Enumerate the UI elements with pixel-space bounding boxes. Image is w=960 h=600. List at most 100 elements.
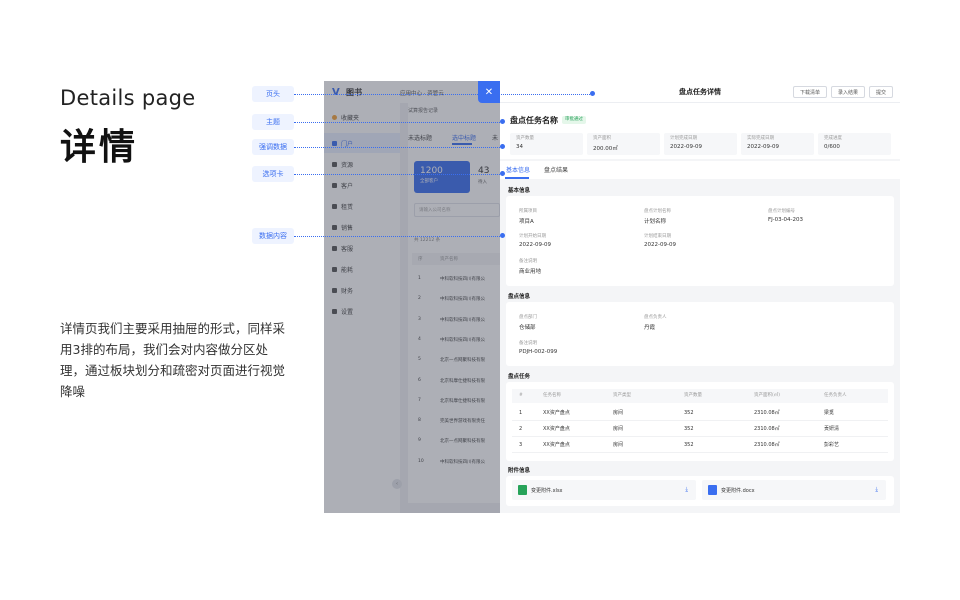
section-title-attachments: 附件信息 [508, 468, 531, 474]
section-title-tasks: 盘点任务 [508, 374, 531, 380]
submit-button[interactable]: 提交 [869, 86, 893, 98]
heading-en: Details page [60, 86, 196, 110]
inventory-info-card: 盘点部门仓储部 盘点负责人 丹霞 备注说明 PDJH-002-099 [506, 302, 894, 366]
table-row[interactable]: 1 XX资产盘点 房间 352 2310.08㎡ 梁觅 [512, 405, 888, 421]
leader-dot-highlight [500, 144, 505, 149]
field-plan-name: 盘点计划名称 计划名称 [644, 208, 671, 225]
table-cell: 梁觅 [824, 410, 835, 416]
app-window: V 图书 收藏夹 门户 资源 客户 租赁 销售 客服 能耗 财务 设置 应用中心 … [324, 81, 900, 513]
leader-dot-subject [500, 119, 505, 124]
basic-info-card: 所属项目项目A 盘点计划名称 计划名称 盘点计划编号 FJ-03-04-203 计划… [506, 196, 894, 286]
stat-value: 2022-09-09 [670, 144, 702, 150]
stat-asset-area: 资产面积 200.00㎡ [587, 133, 660, 155]
field-value: 计划名称 [644, 219, 667, 225]
table-cell: 1 [519, 410, 523, 416]
task-subject: 盘点任务名称 [510, 116, 558, 125]
stat-value: 34 [516, 144, 523, 150]
drawer-tabs: 基本信息 盘点结果 [500, 161, 900, 179]
enter-result-button[interactable]: 录入结果 [831, 86, 865, 98]
close-button[interactable]: ✕ [478, 81, 500, 103]
table-cell: 3 [519, 442, 523, 448]
table-cell: 352 [684, 442, 694, 448]
field-value: 仓储部 [519, 325, 536, 331]
status-badge: 审批通过 [562, 116, 586, 124]
attachments-card: 变更附件.xlsx ⤓ 变更附件.docx ⤓ [506, 476, 894, 506]
table-cell: 彭彩艺 [824, 442, 840, 448]
col-index: # [519, 393, 523, 398]
table-cell: 352 [684, 426, 694, 432]
attachment-name: 变更附件.xlsx [531, 487, 563, 494]
stat-label: 资产面积 [593, 136, 611, 141]
tab-basic-info[interactable]: 基本信息 [506, 165, 530, 174]
task-table-header: # 任务名称 资产类型 资产数量 资产面积(㎡) 任务负责人 [512, 389, 888, 403]
leader-line-header [294, 94, 592, 95]
close-icon: ✕ [484, 86, 494, 98]
download-icon[interactable]: ⤓ [685, 486, 688, 494]
table-cell: XX资产盘点 [543, 410, 570, 416]
stat-label: 完成进度 [824, 136, 842, 141]
field-value: 项目A [519, 219, 534, 225]
section-title-inventory: 盘点信息 [508, 294, 531, 300]
stat-label: 实际完成日期 [747, 136, 774, 141]
field-label: 盘点计划编号 [768, 209, 795, 214]
annotation-tabs: 选项卡 [252, 166, 294, 182]
leader-line-highlight [294, 147, 502, 148]
table-row[interactable]: 2 XX资产盘点 房间 352 2310.08㎡ 贡妍清 [512, 421, 888, 437]
stat-actual-date: 实际完成日期 2022-09-09 [741, 133, 814, 155]
table-cell: 2 [519, 426, 523, 432]
col-task-name: 任务名称 [543, 393, 561, 398]
tab-active-indicator [505, 177, 529, 179]
attachment-docx[interactable]: 变更附件.docx ⤓ [702, 480, 886, 500]
field-label: 盘点计划名称 [644, 209, 671, 214]
field-value: FJ-03-04-203 [768, 217, 804, 223]
table-cell: 352 [684, 410, 694, 416]
table-cell: 房间 [613, 442, 624, 448]
description: 详情页我们主要采用抽屉的形式，同样采用3排的布局，我们会对内容做分区处理，通过板… [60, 321, 286, 399]
table-cell: 2310.08㎡ [754, 410, 780, 416]
leader-line-subject [294, 122, 502, 123]
table-cell: 房间 [613, 410, 624, 416]
field-label: 盘点负责人 [644, 315, 667, 320]
annotation-header: 页头 [252, 86, 294, 102]
col-asset-area: 资产面积(㎡) [754, 393, 781, 398]
annotation-data-content: 数据内容 [252, 228, 294, 244]
overlay-mask[interactable] [324, 81, 500, 513]
download-list-button[interactable]: 下载清单 [793, 86, 827, 98]
field-label: 盘点部门 [519, 315, 537, 320]
stat-progress: 完成进度 0/600 [818, 133, 891, 155]
field-remark: 备注说明 商业用地 [519, 258, 541, 275]
stat-label: 资产数量 [516, 136, 534, 141]
attachment-xlsx[interactable]: 变更附件.xlsx ⤓ [512, 480, 696, 500]
leader-line-tabs [294, 174, 502, 175]
download-icon[interactable]: ⤓ [875, 486, 878, 494]
field-label: 计划结束日期 [644, 234, 671, 239]
stat-value: 200.00㎡ [593, 146, 618, 152]
task-table-card: # 任务名称 资产类型 资产数量 资产面积(㎡) 任务负责人 1 XX资产盘点 房间… [506, 382, 894, 461]
field-label: 备注说明 [519, 341, 537, 346]
table-cell: XX资产盘点 [543, 426, 570, 432]
section-title-basic: 基本信息 [508, 188, 531, 194]
field-label: 备注说明 [519, 259, 537, 264]
field-start-date: 计划开始日期 2022-09-09 [519, 233, 551, 248]
table-cell: 贡妍清 [824, 426, 840, 432]
field-plan-code: 盘点计划编号 FJ-03-04-203 [768, 208, 803, 223]
field-value: 2022-09-09 [644, 242, 676, 248]
stat-value: 0/600 [824, 144, 840, 150]
col-asset-count: 资产数量 [684, 393, 702, 398]
table-cell: 2310.08㎡ [754, 426, 780, 432]
field-value: PDJH-002-099 [519, 349, 558, 355]
stat-label: 计划完成日期 [670, 136, 697, 141]
field-label: 计划开始日期 [519, 234, 546, 239]
table-cell: 2310.08㎡ [754, 442, 780, 448]
field-value: 2022-09-09 [519, 242, 551, 248]
leader-dot-header [590, 91, 595, 96]
table-cell: XX资产盘点 [543, 442, 570, 448]
field-label: 所属项目 [519, 209, 537, 214]
stat-asset-count: 资产数量 34 [510, 133, 583, 155]
field-project: 所属项目项目A [519, 208, 537, 225]
table-row[interactable]: 3 XX资产盘点 房间 352 2310.08㎡ 彭彩艺 [512, 437, 888, 453]
tab-inventory-result[interactable]: 盘点结果 [544, 165, 568, 174]
field-owner: 盘点负责人 丹霞 [644, 314, 667, 331]
word-file-icon [708, 485, 717, 495]
field-remark-2: 备注说明 PDJH-002-099 [519, 340, 557, 355]
